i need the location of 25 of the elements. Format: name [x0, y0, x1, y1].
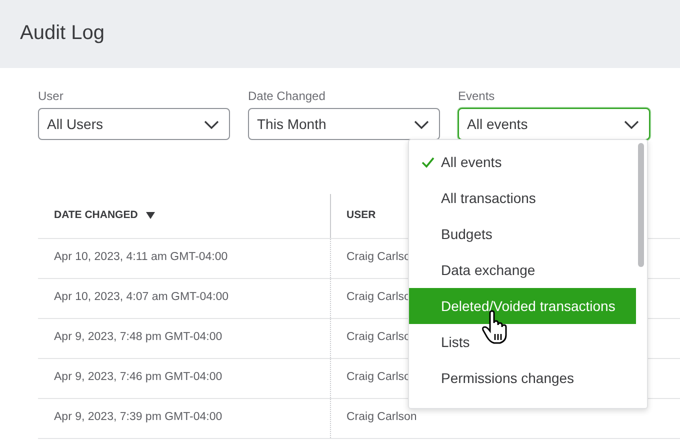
dropdown-option[interactable]: All events — [409, 144, 636, 180]
dropdown-select[interactable]: All Users — [38, 108, 230, 140]
dropdown-option[interactable]: Budgets — [409, 216, 636, 252]
chevron-down-icon — [204, 120, 219, 128]
page-title: Audit Log — [20, 21, 106, 46]
table-cell: Apr 9, 2023, 7:39 pm GMT-04:00 — [54, 411, 222, 424]
table-cell: Craig Carlson — [346, 411, 417, 424]
dropdown-select[interactable]: This Month — [248, 108, 440, 140]
dropdown-option[interactable]: All transactions — [409, 180, 636, 216]
filter-label: User — [38, 89, 64, 103]
chevron-down-icon — [414, 120, 429, 128]
chevron-down-icon — [624, 120, 639, 128]
filter-label: Date Changed — [248, 89, 326, 103]
table-cell: Apr 9, 2023, 7:48 pm GMT-04:00 — [54, 331, 222, 344]
dropdown-option[interactable]: Permissions changes — [409, 360, 636, 396]
dropdown-option[interactable]: Lists — [409, 324, 636, 360]
table-cell: Apr 10, 2023, 4:07 am GMT-04:00 — [54, 291, 229, 304]
table-cell: Apr 9, 2023, 7:46 pm GMT-04:00 — [54, 371, 222, 384]
dropdown-option[interactable]: Data exchange — [409, 252, 636, 288]
dropdown-select[interactable]: All events — [458, 108, 650, 140]
filter-label: Events — [458, 89, 495, 103]
column-header[interactable]: DATE CHANGED — [54, 208, 138, 224]
table-cell: Apr 10, 2023, 4:11 am GMT-04:00 — [54, 251, 228, 264]
column-header[interactable]: USER — [346, 208, 376, 224]
scrollbar-thumb[interactable] — [638, 143, 644, 267]
